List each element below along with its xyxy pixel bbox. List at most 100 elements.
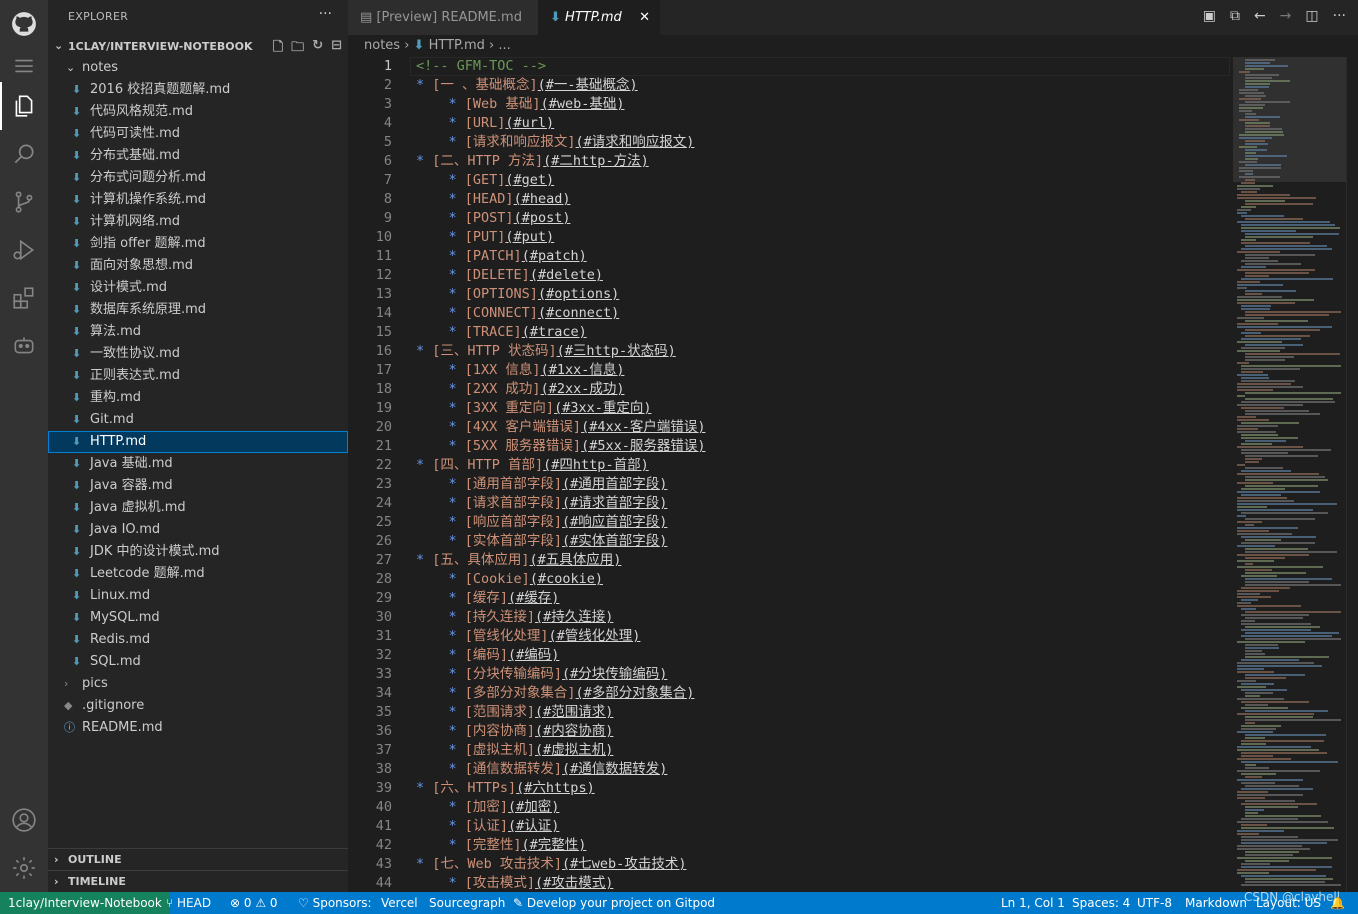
source-control-icon[interactable] (0, 178, 48, 226)
files-icon[interactable] (0, 82, 48, 130)
tree-file-item[interactable]: ⬇ 重构.md (48, 387, 348, 409)
outline-section[interactable]: › OUTLINE (48, 848, 348, 871)
tree-file-item[interactable]: ⬇ 计算机网络.md (48, 211, 348, 233)
line-number: 5 (383, 134, 392, 150)
github-icon[interactable] (0, 0, 48, 48)
branch-status[interactable]: ⑂ HEAD (166, 892, 211, 914)
language-mode[interactable]: Markdown (1185, 892, 1247, 914)
timeline-section[interactable]: › TIMELINE (48, 870, 348, 893)
tree-file-item[interactable]: ⬇ 正则表达式.md (48, 365, 348, 387)
markdown-icon: ⬇ (72, 611, 82, 624)
tree-file-item[interactable]: ⬇ 2016 校招真题题解.md (48, 79, 348, 101)
compare-icon[interactable]: ⧉ (1230, 8, 1240, 24)
tree-file-item[interactable]: ⬇ 分布式基础.md (48, 145, 348, 167)
tree-file-item[interactable]: ⬇ HTTP.md (48, 431, 348, 453)
sponsors-status[interactable]: ♡ Sponsors: (298, 892, 372, 914)
tree-folder-item[interactable]: › pics (48, 673, 348, 695)
tree-file-item[interactable]: ◆ .gitignore (48, 695, 348, 717)
encoding-status[interactable]: UTF-8 (1137, 892, 1172, 914)
gitpod-status[interactable]: ✎ Develop your project on Gitpod (513, 892, 715, 914)
tree-file-item[interactable]: ⬇ 算法.md (48, 321, 348, 343)
tree-file-item[interactable]: ⬇ 代码可读性.md (48, 123, 348, 145)
project-root[interactable]: ⌄ 1CLAY/INTERVIEW-NOTEBOOK 🗋 🗀 ↻ ⊟ (48, 36, 348, 58)
code-line: * [二、HTTP 方法](#二http-方法) (416, 153, 649, 169)
tree-file-item[interactable]: ⬇ Java 基础.md (48, 453, 348, 475)
minimap-line (1245, 83, 1270, 85)
split-editor-icon[interactable]: ◫ (1305, 8, 1318, 24)
minimap-line (1245, 149, 1267, 151)
tab-http-md[interactable]: ⬇ HTTP.md ✕ (538, 0, 660, 35)
remote-indicator[interactable]: 1clay/Interview-Notebook (0, 892, 170, 914)
tree-file-item[interactable]: ⓘ README.md (48, 717, 348, 739)
minimap-line (1241, 689, 1287, 691)
minimap-line (1241, 752, 1327, 754)
run-debug-icon[interactable] (0, 226, 48, 274)
tree-file-item[interactable]: ⬇ Redis.md (48, 629, 348, 651)
code-editor[interactable]: 1 <!-- GFM-TOC --> 2 * [一 、基础概念](#一-基础概念) 3 … (348, 57, 1233, 892)
tree-file-item[interactable]: ⬇ 剑指 offer 题解.md (48, 233, 348, 255)
problems-status[interactable]: ⊗ 0 ⚠ 0 (230, 892, 278, 914)
tree-file-item[interactable]: ⬇ Java 容器.md (48, 475, 348, 497)
minimap-line (1241, 308, 1270, 310)
tree-file-item[interactable]: ⬇ SQL.md (48, 651, 348, 673)
tree-file-item[interactable]: ⬇ Git.md (48, 409, 348, 431)
tree-file-item[interactable]: ⬇ Java IO.md (48, 519, 348, 541)
go-back-icon[interactable]: ← (1254, 8, 1266, 24)
account-icon[interactable] (0, 796, 48, 844)
minimap-line (1241, 707, 1288, 709)
minimap[interactable] (1233, 57, 1346, 892)
breadcrumb-file[interactable]: HTTP.md (429, 38, 485, 53)
code-line: * [5XX 服务器错误](#5xx-服务器错误) (448, 438, 706, 454)
tree-file-item[interactable]: ⬇ 设计模式.md (48, 277, 348, 299)
tree-file-item[interactable]: ⬇ 一致性协议.md (48, 343, 348, 365)
extensions-icon[interactable] (0, 274, 48, 322)
tab-preview-readme[interactable]: ▤ [Preview] README.md (348, 0, 538, 35)
tree-file-item[interactable]: ⬇ Leetcode 题解.md (48, 563, 348, 585)
minimap-line (1239, 167, 1281, 169)
tree-file-item[interactable]: ⬇ JDK 中的设计模式.md (48, 541, 348, 563)
line-number: 15 (375, 324, 392, 340)
vercel-link[interactable]: Vercel (381, 892, 418, 914)
indentation-status[interactable]: Spaces: 4 (1072, 892, 1130, 914)
minimap-line (1237, 326, 1332, 328)
settings-gear-icon[interactable] (0, 844, 48, 892)
code-line: * [五、具体应用](#五具体应用) (416, 552, 622, 568)
markdown-icon: ⬇ (72, 105, 82, 118)
minimap-line (1245, 254, 1315, 256)
go-forward-icon[interactable]: → (1280, 8, 1292, 24)
tree-file-item[interactable]: ⬇ 代码风格规范.md (48, 101, 348, 123)
more-actions-icon[interactable]: ··· (319, 6, 332, 22)
minimap-line (1237, 212, 1247, 214)
tree-file-item[interactable]: ⬇ 分布式问题分析.md (48, 167, 348, 189)
minimap-line (1245, 152, 1256, 154)
tree-file-item[interactable]: ⬇ MySQL.md (48, 607, 348, 629)
file-label: HTTP.md (90, 434, 147, 449)
cursor-position[interactable]: Ln 1, Col 1 (1001, 892, 1065, 914)
breadcrumb-folder[interactable]: notes (364, 38, 400, 53)
code-line: * [攻击模式](#攻击模式) (448, 875, 614, 891)
open-preview-icon[interactable]: ▣ (1203, 8, 1216, 24)
close-icon[interactable]: ✕ (639, 0, 650, 35)
tree-file-item[interactable]: ⬇ Linux.md (48, 585, 348, 607)
line-number: 6 (383, 153, 392, 169)
minimap-line (1245, 158, 1258, 160)
tree-file-item[interactable]: ⬇ Java 虚拟机.md (48, 497, 348, 519)
breadcrumb-symbol[interactable]: ... (498, 38, 510, 53)
tree-file-item[interactable]: ⬇ 计算机操作系统.md (48, 189, 348, 211)
minimap-line (1245, 86, 1269, 88)
tree-file-item[interactable]: ⬇ 数据库系统原理.md (48, 299, 348, 321)
search-icon[interactable] (0, 130, 48, 178)
minimap-line (1239, 176, 1280, 178)
error-icon: ⊗ (230, 896, 244, 910)
vertical-scrollbar[interactable] (1346, 57, 1358, 892)
minimap-line (1237, 770, 1320, 772)
minimap-line (1237, 395, 1245, 397)
remote-icon[interactable] (0, 322, 48, 370)
notifications-icon[interactable]: 🔔 (1330, 892, 1345, 914)
sourcegraph-link[interactable]: Sourcegraph (429, 892, 505, 914)
more-actions-icon[interactable]: ··· (1333, 8, 1346, 24)
minimap-line (1241, 599, 1258, 601)
tree-folder-notes[interactable]: ⌄ notes (48, 57, 348, 79)
minimap-line (1245, 263, 1301, 265)
tree-file-item[interactable]: ⬇ 面向对象思想.md (48, 255, 348, 277)
